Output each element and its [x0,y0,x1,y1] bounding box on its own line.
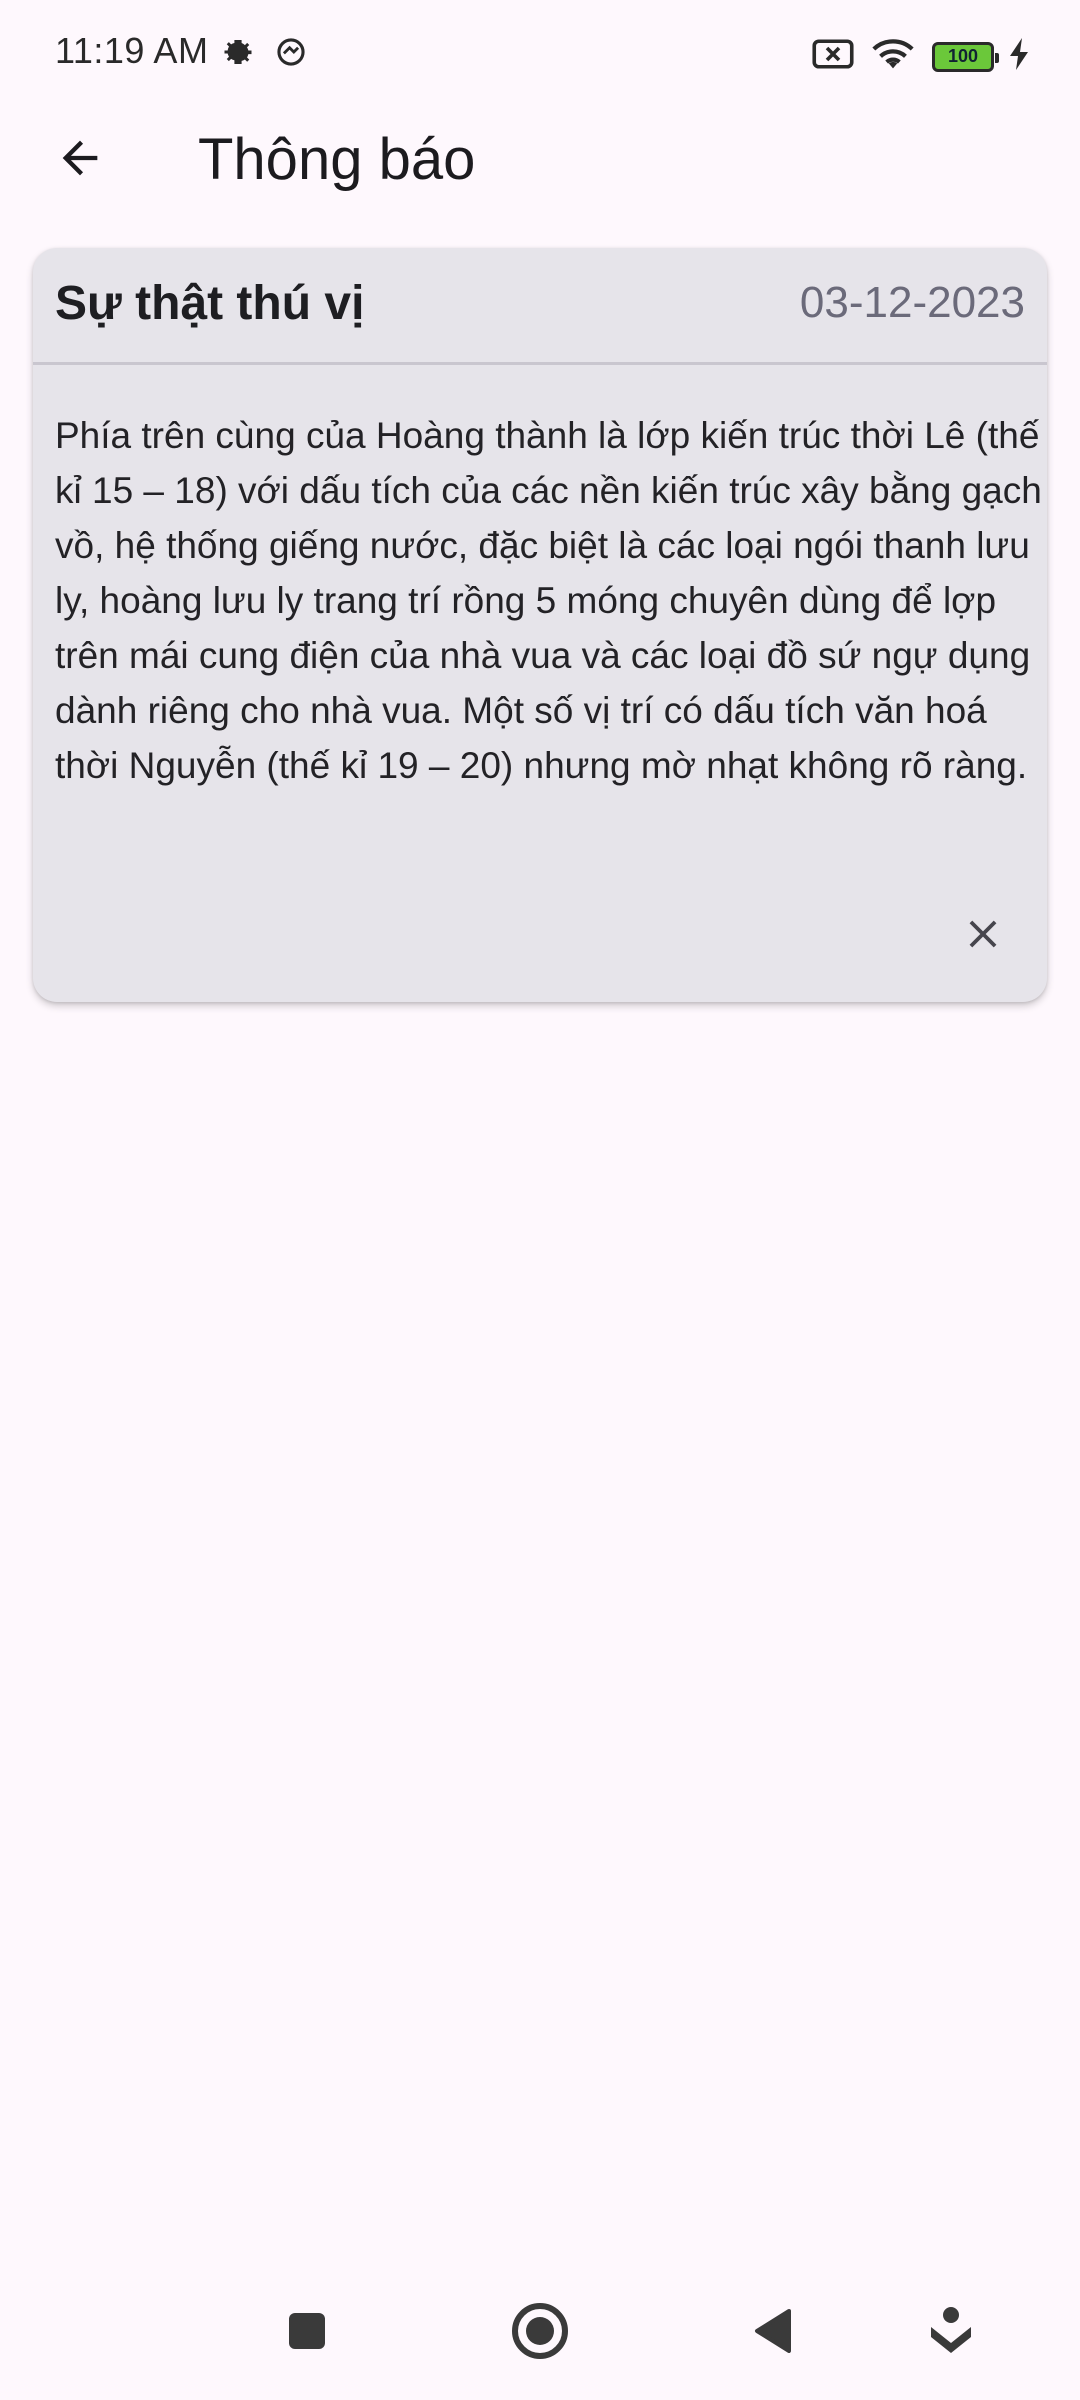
close-button[interactable] [953,906,1013,966]
status-right-icons: 100 [812,36,1030,77]
page-title: Thông báo [198,127,476,192]
arrow-left-icon [54,132,106,189]
notification-date: 03-12-2023 [799,278,1025,327]
notification-card-header: Sự thật thú vị 03-12-2023 [33,248,1047,365]
recents-square-icon [287,2311,327,2356]
wifi-icon [870,36,916,77]
close-icon [960,911,1006,962]
notification-body: Phía trên cùng của Hoàng thành là lớp ki… [55,415,1042,786]
home-button[interactable] [505,2298,575,2368]
status-time: 11:19 AM [55,30,209,71]
battery-icon: 100 [932,41,999,72]
notification-title: Sự thật thú vị [55,277,365,330]
status-bar: 11:19 AM 100 [0,0,1080,110]
status-left-icons [220,34,308,75]
charging-bolt-icon [1010,38,1030,75]
notifications-screen: 11:19 AM 100 Thông báo Sự thật thú vị 03… [0,0,1080,2400]
vpn-icon [274,35,308,74]
assistant-icon [927,2305,975,2362]
back-triangle-icon [753,2308,793,2358]
back-button[interactable] [40,120,120,200]
settings-gear-icon [220,34,256,75]
notification-card: Sự thật thú vị 03-12-2023 Phía trên cùng… [33,248,1047,1002]
home-circle-icon [510,2301,570,2366]
assistant-button[interactable] [916,2298,986,2368]
system-navigation-bar [0,2270,1080,2400]
no-sim-icon [812,38,854,75]
back-nav-button[interactable] [738,2298,808,2368]
app-bar: Thông báo [0,110,1080,210]
recents-button[interactable] [272,2298,342,2368]
